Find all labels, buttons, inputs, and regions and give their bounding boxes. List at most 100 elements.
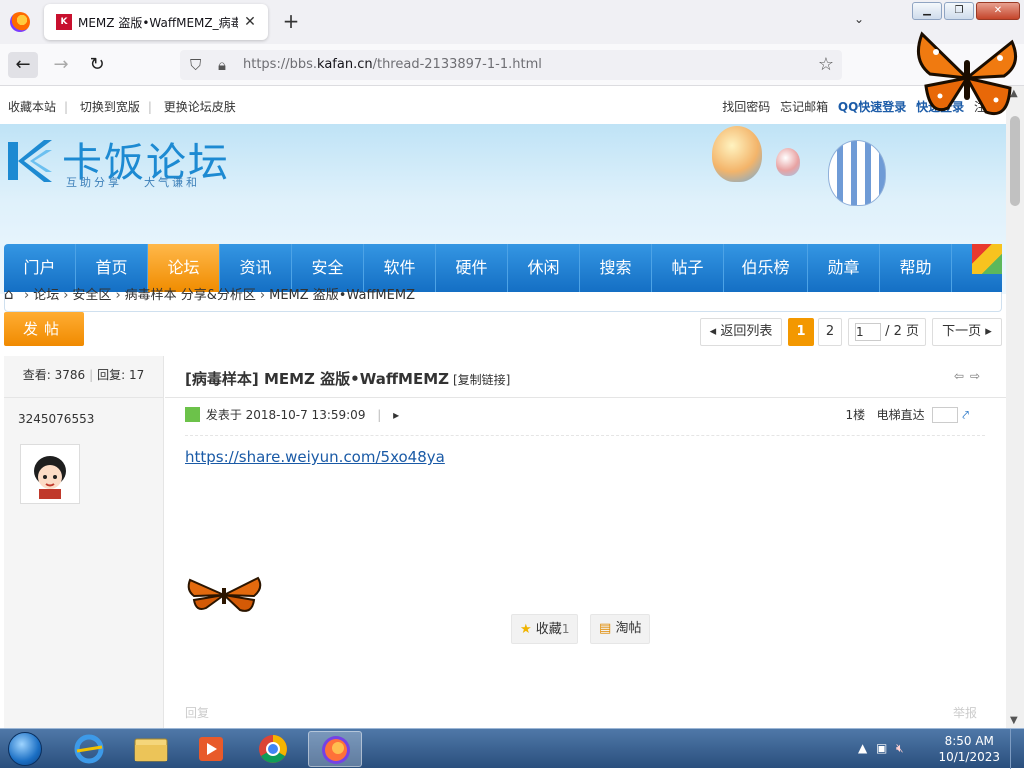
taskbar-explorer-icon[interactable] xyxy=(124,731,178,767)
page-jump-input[interactable]: 1 xyxy=(855,322,881,341)
thread-header: [病毒样本] MEMZ 盗版•WaffMEMZ [复制链接] ⇦⇨ xyxy=(165,356,1006,398)
favorite-button[interactable]: ★ 收藏1 xyxy=(511,614,579,644)
star-icon: ★ xyxy=(520,622,532,637)
nav-corner-decoration xyxy=(972,244,1002,274)
nav-medals[interactable]: 勋章 xyxy=(808,244,880,292)
scroll-down-icon[interactable]: ▼ xyxy=(1010,715,1018,726)
windows-orb-icon xyxy=(8,732,42,766)
browser-tab-bar: K MEMZ 盗版•WaffMEMZ_病毒样 ✕ + ⌄ ▁ ❐ ✕ xyxy=(0,0,1024,44)
replies-count: 17 xyxy=(129,368,145,382)
tray-icon: ▤ xyxy=(599,621,612,636)
tab-close-icon[interactable]: ✕ xyxy=(240,12,260,32)
browser-nav-bar: ← → ↻ ⛉ 🔒︎ https://bbs.kafan.cn/thread-2… xyxy=(0,44,1024,117)
window-controls: ▁ ❐ ✕ xyxy=(912,2,1020,20)
start-button[interactable] xyxy=(4,729,46,769)
nav-leisure[interactable]: 休闲 xyxy=(508,244,580,292)
forward-button[interactable]: → xyxy=(46,52,76,78)
recover-password-link[interactable]: 找回密码 xyxy=(722,100,770,114)
site-banner: 卡饭论坛 互助分享 大气谦和 门户 首页 论坛 资讯 安全 软件 硬件 休闲 搜索… xyxy=(0,124,1006,312)
breadcrumb-virus-samples[interactable]: 病毒样本 分享&分析区 xyxy=(125,288,256,303)
back-to-list-button[interactable]: ◂ 返回列表 xyxy=(700,318,782,346)
nav-search[interactable]: 搜索 xyxy=(580,244,652,292)
taskbar-clock[interactable]: 8:50 AM 10/1/2023 xyxy=(938,733,1000,765)
page-2-button[interactable]: 2 xyxy=(818,318,842,346)
tao-post-button[interactable]: ▤ 淘帖 xyxy=(590,614,651,644)
copy-link[interactable]: [复制链接] xyxy=(453,373,510,387)
taskbar-chrome-icon[interactable] xyxy=(246,731,300,767)
balloon-decoration-small xyxy=(776,148,800,176)
close-window-button[interactable]: ✕ xyxy=(976,2,1020,20)
site-top-bar: 收藏本站| 切换到宽版| 更换论坛皮肤 找回密码 忘记邮箱 QQ快速登录 快速登… xyxy=(0,86,1006,124)
nav-ranking[interactable]: 伯乐榜 xyxy=(724,244,808,292)
forgot-email-link[interactable]: 忘记邮箱 xyxy=(780,100,828,114)
new-tab-icon[interactable]: + xyxy=(280,10,302,32)
volume-muted-icon[interactable]: 🔇︎ xyxy=(896,741,904,756)
tracking-protection-icon[interactable]: ⛉ xyxy=(190,56,201,74)
taskbar-ie-icon[interactable] xyxy=(62,731,116,767)
show-desktop-button[interactable] xyxy=(1010,729,1024,769)
scroll-thumb[interactable] xyxy=(1010,116,1020,206)
breadcrumb-thread[interactable]: MEMZ 盗版•WaffMEMZ xyxy=(269,288,415,303)
post-meta: 发表于 2018-10-7 13:59:09 | ▸ 1楼 电梯直达 ⤤ xyxy=(185,406,985,436)
windows-taskbar: ▲ ▣ 🔇︎ 8:50 AM 10/1/2023 xyxy=(0,728,1024,769)
avatar[interactable] xyxy=(20,444,80,504)
firefox-view-icon[interactable] xyxy=(10,12,30,32)
nav-posts[interactable]: 帖子 xyxy=(652,244,724,292)
balloon-decoration-striped xyxy=(828,140,886,206)
switch-wide-link[interactable]: 切换到宽版 xyxy=(80,100,140,114)
reply-link[interactable]: 回复 xyxy=(185,706,209,720)
taskbar-media-player-icon[interactable] xyxy=(184,731,238,767)
taskbar-firefox-icon[interactable] xyxy=(308,731,362,767)
nav-hardware[interactable]: 硬件 xyxy=(436,244,508,292)
new-post-button[interactable]: 发帖 xyxy=(4,312,84,346)
network-icon[interactable]: ▣ xyxy=(876,741,887,755)
thread-title: [病毒样本] MEMZ 盗版•WaffMEMZ [复制链接] xyxy=(185,370,511,388)
change-skin-link[interactable]: 更换论坛皮肤 xyxy=(164,100,236,114)
post-date: 发表于 2018-10-7 13:59:09 xyxy=(205,408,366,422)
author-sidebar: 查看: 3786 | 回复: 17 3245076553 xyxy=(4,356,164,728)
clock-time: 8:50 AM xyxy=(944,734,994,748)
maximize-button[interactable]: ❐ xyxy=(944,2,974,20)
browser-tab-active[interactable]: K MEMZ 盗版•WaffMEMZ_病毒样 ✕ xyxy=(44,4,268,40)
page-total: / 2 页 xyxy=(885,324,920,339)
reload-button[interactable]: ↻ xyxy=(82,52,112,78)
url-text[interactable]: https://bbs.kafan.cn/thread-2133897-1-1.… xyxy=(243,57,542,72)
nav-help[interactable]: 帮助 xyxy=(880,244,952,292)
back-button[interactable]: ← xyxy=(8,52,38,78)
online-status-icon xyxy=(185,407,200,422)
breadcrumb: ⌂ › 论坛 › 安全区 › 病毒样本 分享&分析区 › MEMZ 盗版•WaffMEMZ xyxy=(4,285,415,303)
url-bar[interactable]: ⛉ 🔒︎ https://bbs.kafan.cn/thread-2133897… xyxy=(180,50,842,80)
jump-go-icon[interactable]: ⤤ xyxy=(962,408,969,422)
tab-title: MEMZ 盗版•WaffMEMZ_病毒样 xyxy=(78,16,238,30)
floor-number: 1楼 xyxy=(845,408,866,422)
breadcrumb-forum[interactable]: 论坛 xyxy=(33,288,59,303)
balloon-decoration xyxy=(712,126,762,182)
clock-date: 10/1/2023 xyxy=(938,750,1000,764)
kafan-favicon-icon: K xyxy=(56,14,72,30)
page-1-button[interactable]: 1 xyxy=(788,318,814,346)
home-icon[interactable]: ⌂ xyxy=(4,285,20,303)
lock-icon[interactable]: 🔒︎ xyxy=(218,56,226,74)
share-link[interactable]: https://share.weiyun.com/5xo48ya xyxy=(185,448,445,466)
post-footer: 回复 举报 xyxy=(185,704,985,721)
more-options-icon[interactable]: ▸ xyxy=(393,408,399,422)
qq-login-link[interactable]: QQ快速登录 xyxy=(838,100,906,114)
system-tray: ▲ ▣ 🔇︎ 8:50 AM 10/1/2023 xyxy=(854,729,1024,769)
author-name[interactable]: 3245076553 xyxy=(18,412,94,426)
next-page-button[interactable]: 下一页 ▸ xyxy=(932,318,1002,346)
show-hidden-icons[interactable]: ▲ xyxy=(858,741,867,755)
thread-prev-next-icons[interactable]: ⇦⇨ xyxy=(954,369,986,383)
page-jump: 1 / 2 页 xyxy=(848,318,926,346)
web-page: 收藏本站| 切换到宽版| 更换论坛皮肤 找回密码 忘记邮箱 QQ快速登录 快速登… xyxy=(0,86,1006,728)
bookmark-site-link[interactable]: 收藏本站 xyxy=(8,100,56,114)
page-scrollbar[interactable]: ▲ ▼ xyxy=(1006,86,1024,728)
breadcrumb-security-zone[interactable]: 安全区 xyxy=(72,288,111,303)
report-link[interactable]: 举报 xyxy=(953,704,977,721)
kafan-logo-icon[interactable] xyxy=(4,136,56,186)
views-count: 3786 xyxy=(54,368,86,382)
butterfly-icon xyxy=(187,576,262,612)
list-all-tabs-icon[interactable]: ⌄ xyxy=(854,12,864,26)
jump-floor-input[interactable] xyxy=(932,407,959,423)
minimize-button[interactable]: ▁ xyxy=(912,2,942,20)
bookmark-star-icon[interactable]: ☆ xyxy=(818,54,834,75)
